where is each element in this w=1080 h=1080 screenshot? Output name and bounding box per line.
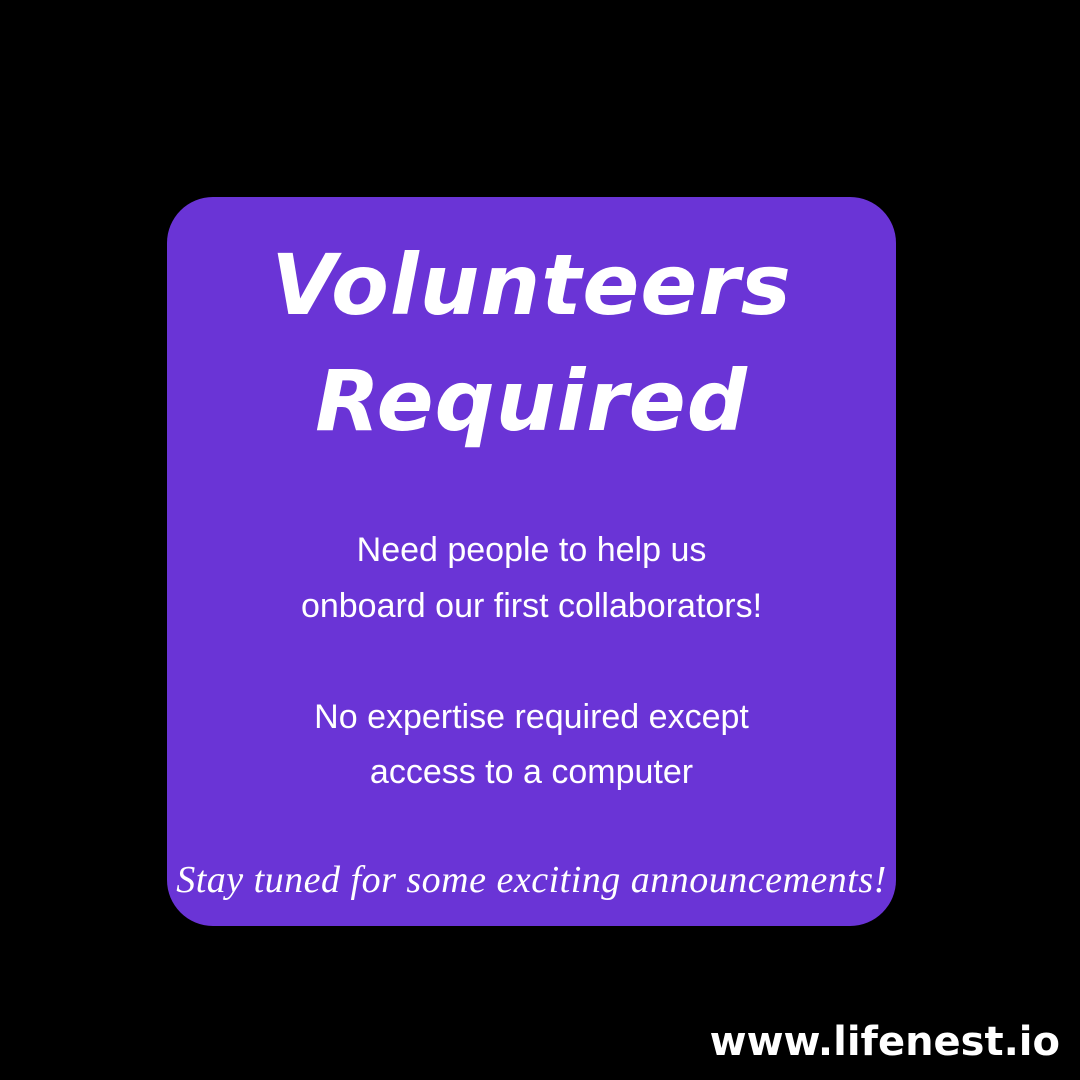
paragraph-2-line-2: access to a computer bbox=[369, 753, 694, 791]
tagline: Stay tuned for some exciting announcemen… bbox=[176, 859, 887, 901]
poster: Volunteers Required Need people to help … bbox=[0, 0, 1080, 1080]
paragraph-1-line-2: onboard our first collaborators! bbox=[300, 587, 763, 625]
paragraph-1-line-1: Need people to help us bbox=[356, 531, 707, 569]
headline-line-1: Volunteers bbox=[271, 236, 792, 334]
announcement-card: Volunteers Required Need people to help … bbox=[167, 197, 896, 926]
website-url: www.lifenest.io bbox=[709, 1019, 1060, 1065]
paragraph-2-line-1: No expertise required except bbox=[314, 698, 749, 736]
headline-line-2: Required bbox=[315, 352, 748, 450]
